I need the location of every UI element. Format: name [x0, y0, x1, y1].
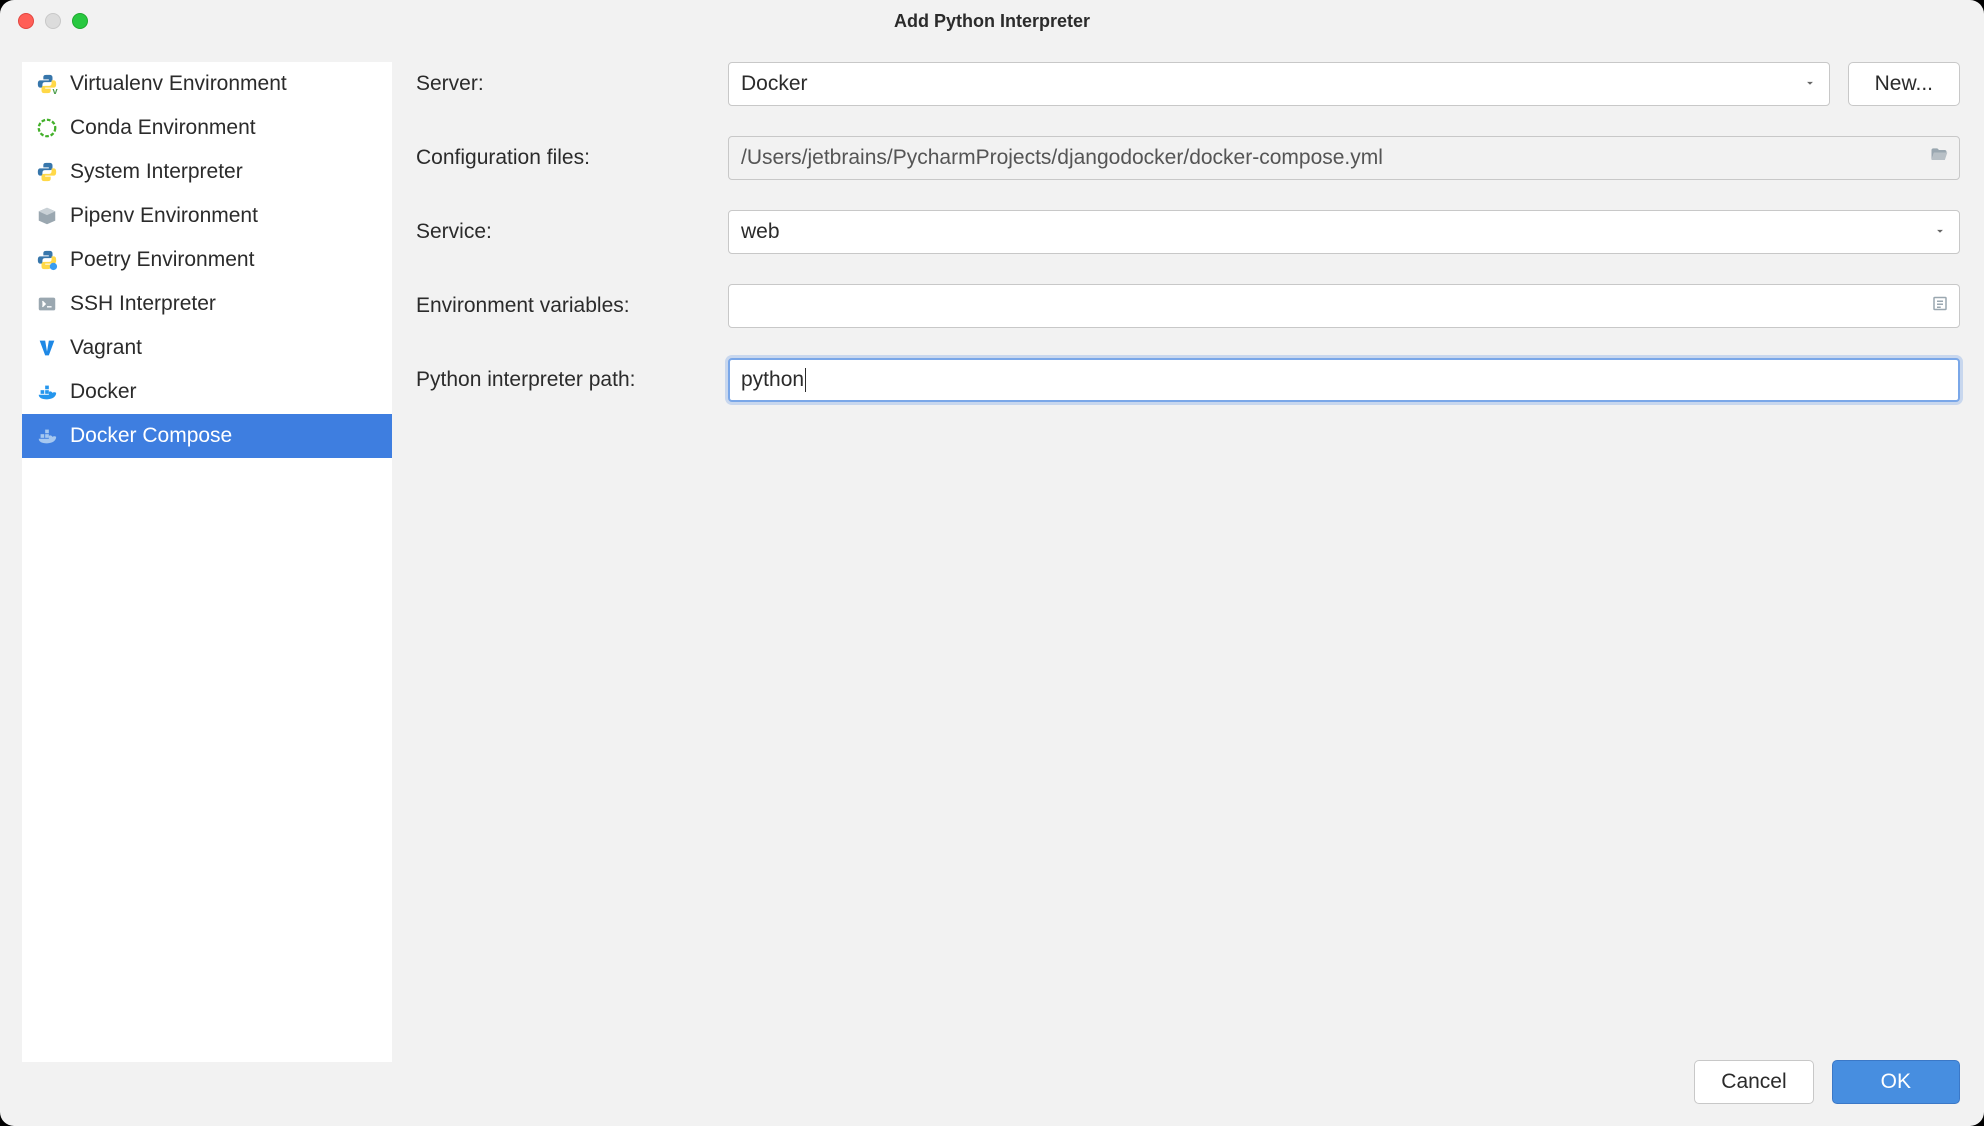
sidebar-item-poetry[interactable]: Poetry Environment — [22, 238, 392, 282]
server-combobox[interactable]: Docker — [728, 62, 1830, 106]
maximize-window-button[interactable] — [72, 13, 88, 29]
sidebar-item-virtualenv[interactable]: v Virtualenv Environment — [22, 62, 392, 106]
row-config-files: Configuration files: /Users/jetbrains/Py… — [416, 136, 1960, 180]
sidebar-item-docker[interactable]: Docker — [22, 370, 392, 414]
sidebar-item-pipenv[interactable]: Pipenv Environment — [22, 194, 392, 238]
label-env-vars: Environment variables: — [416, 294, 712, 318]
row-env-vars: Environment variables: — [416, 284, 1960, 328]
env-vars-field[interactable] — [728, 284, 1960, 328]
python-v-icon: v — [36, 73, 58, 95]
titlebar: Add Python Interpreter — [0, 0, 1984, 42]
traffic-lights — [18, 13, 88, 29]
ok-button[interactable]: OK — [1832, 1060, 1960, 1104]
ssh-icon — [36, 293, 58, 315]
docker-icon — [36, 381, 58, 403]
new-server-button[interactable]: New... — [1848, 62, 1960, 106]
conda-icon — [36, 117, 58, 139]
sidebar-item-conda[interactable]: Conda Environment — [22, 106, 392, 150]
docker-compose-icon — [36, 425, 58, 447]
label-config-files: Configuration files: — [416, 146, 712, 170]
row-service: Service: web — [416, 210, 1960, 254]
label-service: Service: — [416, 220, 712, 244]
sidebar-item-label: Virtualenv Environment — [70, 72, 287, 96]
vagrant-icon — [36, 337, 58, 359]
row-server: Server: Docker New... — [416, 62, 1960, 106]
cancel-button[interactable]: Cancel — [1694, 1060, 1813, 1104]
dialog-window: Add Python Interpreter v Virtualenv Envi… — [0, 0, 1984, 1126]
minimize-window-button — [45, 13, 61, 29]
interpreter-path-value: python — [741, 368, 804, 392]
form-panel: Server: Docker New... Configuration file… — [392, 42, 1984, 1042]
pipenv-icon — [36, 205, 58, 227]
content: v Virtualenv Environment Conda Environme… — [0, 42, 1984, 1042]
chevron-down-icon — [1803, 72, 1817, 96]
row-interpreter-path: Python interpreter path: python — [416, 358, 1960, 402]
sidebar-item-label: System Interpreter — [70, 160, 243, 184]
service-value: web — [741, 220, 780, 244]
text-caret — [805, 368, 806, 392]
svg-text:v: v — [53, 86, 59, 95]
service-combobox[interactable]: web — [728, 210, 1960, 254]
sidebar-item-ssh[interactable]: SSH Interpreter — [22, 282, 392, 326]
dialog-footer: Cancel OK — [0, 1042, 1984, 1126]
sidebar-item-label: Pipenv Environment — [70, 204, 258, 228]
chevron-down-icon — [1933, 220, 1947, 244]
sidebar-item-label: Docker Compose — [70, 424, 232, 448]
sidebar-item-system[interactable]: System Interpreter — [22, 150, 392, 194]
folder-open-icon[interactable] — [1929, 145, 1949, 171]
label-interpreter-path: Python interpreter path: — [416, 368, 712, 392]
config-files-value: /Users/jetbrains/PycharmProjects/djangod… — [741, 146, 1383, 170]
sidebar-item-label: Docker — [70, 380, 137, 404]
sidebar-item-label: Conda Environment — [70, 116, 256, 140]
sidebar-item-vagrant[interactable]: Vagrant — [22, 326, 392, 370]
server-value: Docker — [741, 72, 808, 96]
sidebar-item-label: Poetry Environment — [70, 248, 254, 272]
sidebar-item-label: SSH Interpreter — [70, 292, 216, 316]
label-server: Server: — [416, 72, 712, 96]
python-icon — [36, 161, 58, 183]
window-title: Add Python Interpreter — [0, 11, 1984, 32]
sidebar-item-label: Vagrant — [70, 336, 142, 360]
close-window-button[interactable] — [18, 13, 34, 29]
list-icon[interactable] — [1931, 295, 1949, 318]
interpreter-type-sidebar: v Virtualenv Environment Conda Environme… — [22, 62, 392, 1062]
config-files-field[interactable]: /Users/jetbrains/PycharmProjects/djangod… — [728, 136, 1960, 180]
poetry-icon — [36, 249, 58, 271]
interpreter-path-input[interactable]: python — [728, 358, 1960, 402]
sidebar-item-docker-compose[interactable]: Docker Compose — [22, 414, 392, 458]
